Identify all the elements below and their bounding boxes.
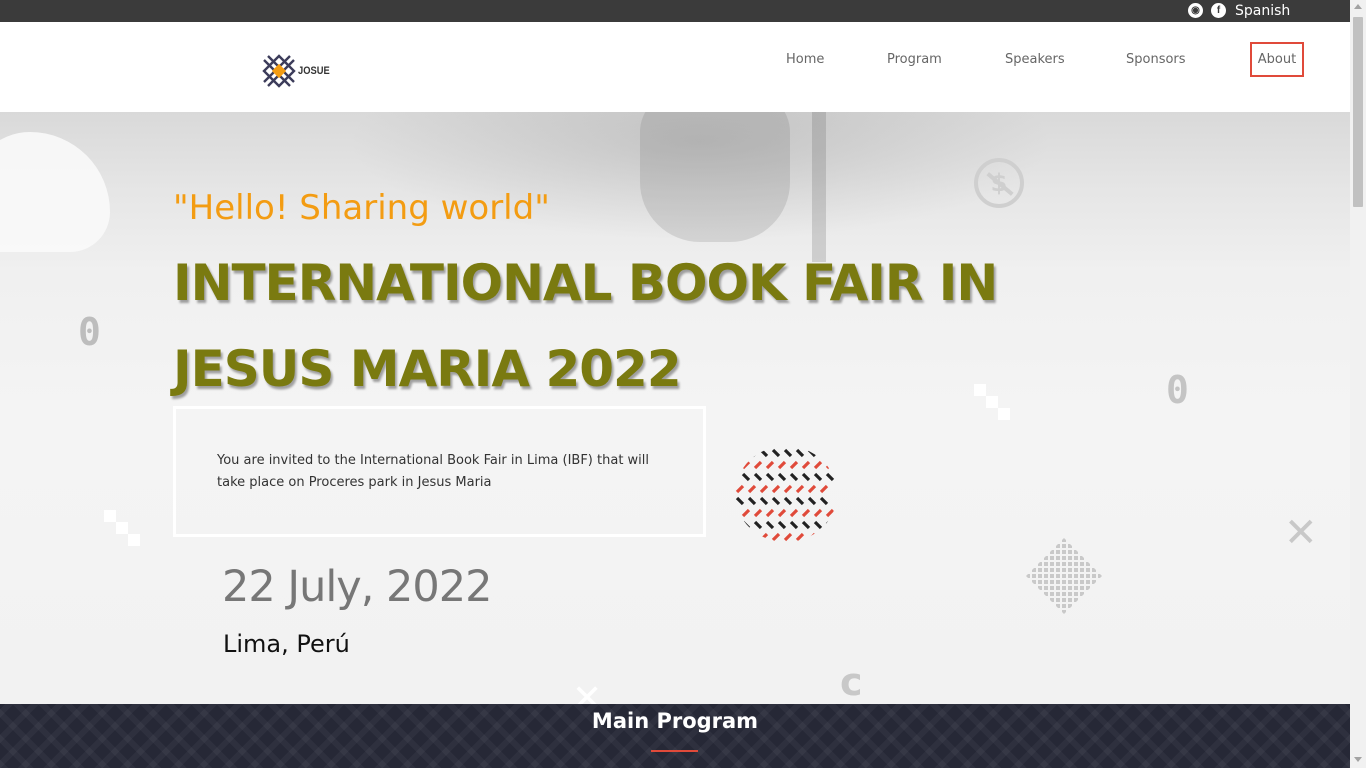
scroll-down-arrow-icon[interactable] — [1354, 757, 1362, 762]
hero-tagline: "Hello! Sharing world" — [173, 188, 550, 228]
zero-glyph-icon: 0 — [78, 310, 101, 354]
github-icon[interactable]: ◉ — [1188, 3, 1203, 18]
facebook-icon[interactable]: f — [1211, 3, 1226, 18]
page-title: INTERNATIONAL BOOK FAIR IN JESUS MARIA 2… — [173, 254, 998, 398]
nav-program[interactable]: Program — [887, 42, 942, 77]
nav-speakers[interactable]: Speakers — [1005, 42, 1065, 77]
language-switch[interactable]: Spanish — [1235, 3, 1290, 19]
cross-icon: ✕ — [572, 678, 603, 704]
nav-sponsors[interactable]: Sponsors — [1126, 42, 1186, 77]
logo-text: JOSUE — [298, 65, 330, 77]
page-scrollbar[interactable] — [1350, 0, 1366, 768]
scroll-up-arrow-icon[interactable] — [1354, 4, 1362, 9]
nav-about[interactable]: About — [1250, 42, 1304, 77]
site-logo[interactable]: JOSUE — [262, 54, 335, 88]
c-glyph-icon: c — [840, 660, 863, 704]
event-date: 22 July, 2022 — [222, 562, 492, 612]
invite-box: You are invited to the International Boo… — [173, 406, 706, 537]
event-place: Lima, Perú — [223, 630, 350, 658]
pixel-decoration — [128, 534, 140, 546]
no-dollar-icon: $ — [974, 158, 1024, 208]
site-header: JOSUE Home Program Speakers Sponsors Abo… — [0, 22, 1350, 112]
invite-text: You are invited to the International Boo… — [217, 453, 650, 490]
dash-pattern-circle-icon — [735, 448, 835, 542]
pixel-decoration — [104, 510, 116, 522]
top-bar: ◉ f Spanish — [0, 0, 1350, 22]
hero-section: 0 0 $ c ✕ ✕ "Hello! Sharing world" INTER… — [0, 112, 1350, 704]
section-title: Main Program — [591, 709, 759, 733]
logo-mark-icon — [262, 54, 296, 88]
zero-glyph-icon: 0 — [1166, 368, 1189, 412]
background-shoe-image — [640, 112, 790, 242]
background-shoe-image — [0, 132, 110, 252]
cross-icon: ✕ — [1284, 510, 1318, 556]
nav-home[interactable]: Home — [786, 42, 824, 77]
main-program-section: Main Program — [0, 704, 1350, 768]
pixel-decoration — [116, 522, 128, 534]
title-underline — [651, 750, 698, 752]
diamond-pattern-icon — [1026, 538, 1102, 614]
scroll-thumb[interactable] — [1353, 17, 1363, 207]
